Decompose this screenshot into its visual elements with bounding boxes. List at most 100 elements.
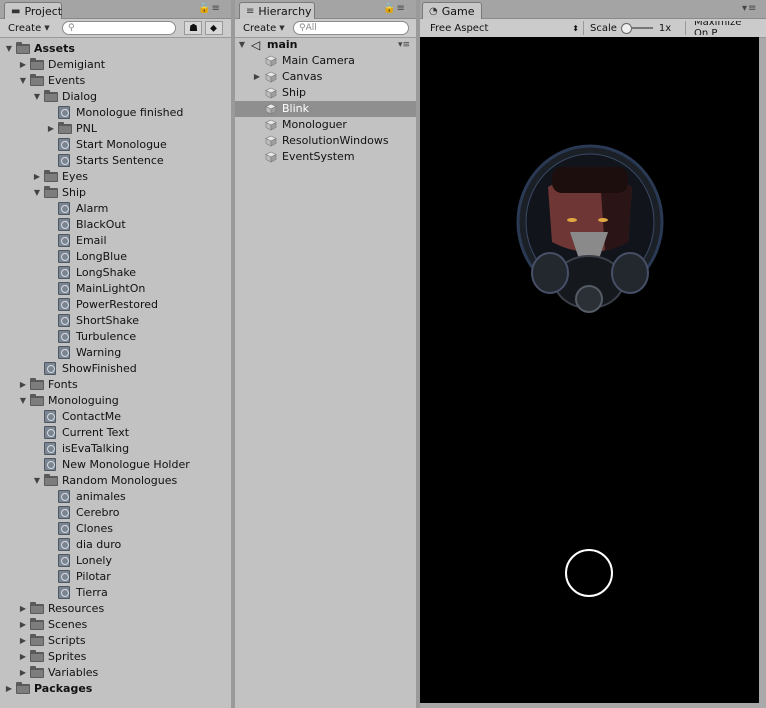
scale-value: 1x — [658, 22, 672, 34]
project-asset-row[interactable]: Alarm — [0, 201, 231, 217]
expand-arrow-icon[interactable]: ▼ — [18, 393, 28, 409]
project-asset-row[interactable]: ShowFinished — [0, 361, 231, 377]
project-asset-row[interactable]: dia duro — [0, 537, 231, 553]
expand-arrow-icon[interactable]: ▼ — [32, 89, 42, 105]
expand-arrow-icon[interactable]: ▼ — [18, 73, 28, 89]
aspect-label: Free Aspect — [430, 22, 489, 34]
project-item-label: Demigiant — [48, 58, 106, 71]
project-create-button[interactable]: Create ▼ — [4, 21, 54, 35]
collapse-arrow-icon[interactable]: ▶ — [32, 169, 42, 185]
project-asset-row[interactable]: MainLightOn — [0, 281, 231, 297]
project-folder-row[interactable]: ▶ Scripts — [0, 633, 231, 649]
lock-and-menu-icon[interactable]: 🔒≡ — [198, 3, 221, 14]
project-asset-row[interactable]: Start Monologue — [0, 137, 231, 153]
gameobject-cube-icon — [265, 87, 277, 99]
project-asset-row[interactable]: Lonely — [0, 553, 231, 569]
hierarchy-item[interactable]: EventSystem — [235, 149, 416, 165]
aspect-dropdown[interactable]: Free Aspect ⬍ — [426, 21, 584, 35]
scale-control[interactable]: Scale 1x — [586, 21, 686, 35]
project-folder-row[interactable]: ▼ Dialog — [0, 89, 231, 105]
expand-arrow-icon[interactable]: ▼ — [237, 37, 247, 53]
project-asset-row[interactable]: LongShake — [0, 265, 231, 281]
project-item-label: Fonts — [48, 378, 78, 391]
collapse-arrow-icon[interactable]: ▶ — [18, 633, 28, 649]
project-folder-row[interactable]: ▶ PNL — [0, 121, 231, 137]
filter-left — [531, 252, 569, 294]
hierarchy-search-input[interactable]: ⚲ All — [293, 21, 409, 35]
hierarchy-item[interactable]: Blink — [235, 101, 416, 117]
project-folder-row[interactable]: ▶ Packages — [0, 681, 231, 697]
project-asset-row[interactable]: Warning — [0, 345, 231, 361]
touch-joystick-ring[interactable] — [565, 549, 613, 597]
project-folder-row[interactable]: ▶ Eyes — [0, 169, 231, 185]
folder-icon — [44, 474, 58, 486]
project-folder-row[interactable]: ▼ Assets — [0, 41, 231, 57]
project-asset-row[interactable]: ShortShake — [0, 313, 231, 329]
hierarchy-item[interactable]: Ship — [235, 85, 416, 101]
project-asset-row[interactable]: Email — [0, 233, 231, 249]
project-asset-row[interactable]: Clones — [0, 521, 231, 537]
hierarchy-item[interactable]: Monologuer — [235, 117, 416, 133]
collapse-arrow-icon[interactable]: ▶ — [252, 69, 262, 85]
project-folder-row[interactable]: ▼ Random Monologues — [0, 473, 231, 489]
collapse-arrow-icon[interactable]: ▶ — [18, 377, 28, 393]
project-asset-row[interactable]: Tierra — [0, 585, 231, 601]
tab-game[interactable]: ◔ Game — [422, 2, 482, 19]
scene-menu-icon[interactable]: ▾≡ — [398, 37, 410, 53]
project-asset-row[interactable]: Current Text — [0, 425, 231, 441]
project-folder-row[interactable]: ▼ Monologuing — [0, 393, 231, 409]
project-asset-row[interactable]: Monologue finished — [0, 105, 231, 121]
filter-by-label-icon[interactable]: ⬥ — [205, 21, 223, 35]
lock-and-menu-icon[interactable]: 🔒≡ — [383, 3, 406, 14]
expand-arrow-icon[interactable]: ▼ — [4, 41, 14, 57]
game-viewport[interactable] — [420, 37, 759, 703]
project-folder-row[interactable]: ▶ Fonts — [0, 377, 231, 393]
project-folder-row[interactable]: ▶ Scenes — [0, 617, 231, 633]
tab-project[interactable]: ▬ Project — [4, 2, 62, 19]
scale-slider-thumb[interactable] — [620, 23, 632, 34]
collapse-arrow-icon[interactable]: ▶ — [46, 121, 56, 137]
collapse-arrow-icon[interactable]: ▶ — [18, 649, 28, 665]
project-folder-row[interactable]: ▶ Variables — [0, 665, 231, 681]
project-folder-row[interactable]: ▶ Resources — [0, 601, 231, 617]
folder-icon: ▬ — [11, 5, 21, 17]
collapse-arrow-icon[interactable]: ▶ — [18, 665, 28, 681]
scale-slider[interactable] — [620, 23, 653, 34]
project-asset-row[interactable]: LongBlue — [0, 249, 231, 265]
filter-by-type-icon[interactable]: ☗ — [184, 21, 202, 35]
project-asset-row[interactable]: PowerRestored — [0, 297, 231, 313]
menu-icon[interactable]: ▾≡ — [742, 3, 757, 14]
project-asset-row[interactable]: ContactMe — [0, 409, 231, 425]
project-folder-row[interactable]: ▶ Demigiant — [0, 57, 231, 73]
scene-name: main — [267, 38, 298, 51]
collapse-arrow-icon[interactable]: ▶ — [18, 57, 28, 73]
project-search-input[interactable]: ⚲ — [62, 21, 176, 35]
hierarchy-create-button[interactable]: Create ▼ — [239, 21, 289, 35]
hierarchy-item[interactable]: Main Camera — [235, 53, 416, 69]
project-asset-row[interactable]: animales — [0, 489, 231, 505]
tab-hierarchy[interactable]: ≡ Hierarchy — [239, 2, 315, 19]
project-asset-row[interactable]: Pilotar — [0, 569, 231, 585]
collapse-arrow-icon[interactable]: ▶ — [4, 681, 14, 697]
hierarchy-toolbar: Create ▼ ⚲ All — [235, 19, 416, 38]
project-item-label: isEvaTalking — [62, 442, 130, 455]
expand-arrow-icon[interactable]: ▼ — [32, 185, 42, 201]
project-folder-row[interactable]: ▼ Ship — [0, 185, 231, 201]
project-folder-row[interactable]: ▼ Events — [0, 73, 231, 89]
project-asset-row[interactable]: isEvaTalking — [0, 441, 231, 457]
hierarchy-item[interactable]: ResolutionWindows — [235, 133, 416, 149]
expand-arrow-icon[interactable]: ▼ — [32, 473, 42, 489]
project-asset-row[interactable]: Starts Sentence — [0, 153, 231, 169]
scene-row[interactable]: ▼ ◁ main ▾≡ — [235, 37, 416, 53]
project-asset-row[interactable]: BlackOut — [0, 217, 231, 233]
maximize-on-play-toggle[interactable]: Maximize On P — [690, 21, 762, 35]
project-folder-row[interactable]: ▶ Sprites — [0, 649, 231, 665]
hierarchy-item[interactable]: ▶ Canvas — [235, 69, 416, 85]
project-asset-row[interactable]: Cerebro — [0, 505, 231, 521]
collapse-arrow-icon[interactable]: ▶ — [18, 617, 28, 633]
project-item-label: Events — [48, 74, 86, 87]
gameobject-cube-icon — [265, 71, 277, 83]
collapse-arrow-icon[interactable]: ▶ — [18, 601, 28, 617]
project-asset-row[interactable]: New Monologue Holder — [0, 457, 231, 473]
project-asset-row[interactable]: Turbulence — [0, 329, 231, 345]
